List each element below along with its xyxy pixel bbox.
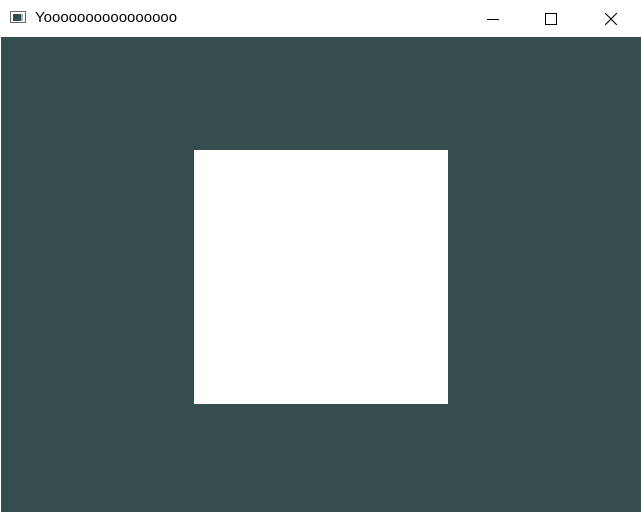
maximize-button[interactable] [522, 0, 580, 37]
close-button[interactable] [582, 0, 640, 37]
app-icon-fill [13, 14, 21, 21]
app-icon[interactable] [10, 11, 26, 23]
window-title: Yoooooooooooooooo [35, 9, 178, 26]
app-window: Yoooooooooooooooo [0, 0, 641, 512]
app-icon-side [21, 14, 23, 21]
minimize-button[interactable] [464, 0, 522, 37]
title-bar[interactable]: Yoooooooooooooooo [0, 0, 641, 37]
white-square [194, 150, 448, 404]
maximize-icon [545, 12, 557, 25]
client-area[interactable] [1, 37, 641, 512]
close-icon [605, 12, 617, 25]
minimize-icon [487, 18, 499, 20]
